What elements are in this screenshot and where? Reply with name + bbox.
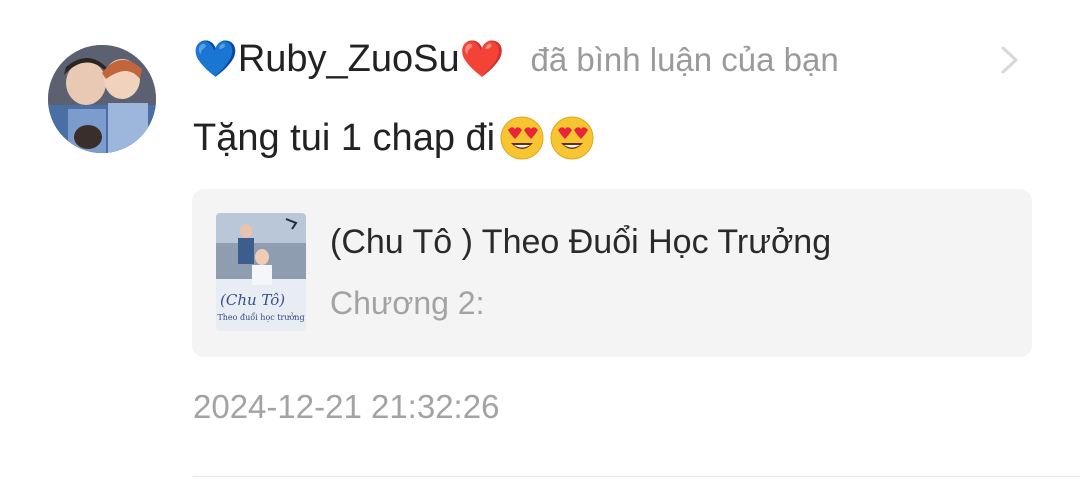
action-text: đã bình luận của bạn — [530, 41, 839, 78]
comment-text: Tặng tui 1 chap đi — [193, 116, 496, 159]
cover-caption-subtitle: Theo đuổi học trưởng — [217, 313, 305, 322]
heart-eyes-emoji-icon — [550, 116, 594, 160]
chevron-right-icon[interactable] — [997, 45, 1021, 75]
timestamp: 2024-12-21 21:32:26 — [193, 388, 500, 425]
comment-notification[interactable]: 💙 Ruby_ZuoSu ❤️ đã bình luận của bạn Tặn… — [0, 0, 1080, 479]
cover-caption-title: (Chu Tô) — [220, 291, 286, 309]
story-card[interactable]: (Chu Tô) Theo đuổi học trưởng (Chu Tô ) … — [192, 189, 1032, 357]
divider — [193, 476, 1080, 477]
comment-content[interactable]: Tặng tui 1 chap đi — [193, 112, 595, 164]
notification-header: 💙 Ruby_ZuoSu ❤️ đã bình luận của bạn — [193, 38, 839, 88]
red-heart-icon: ❤️ — [459, 39, 505, 80]
story-cover-image: (Chu Tô) Theo đuổi học trưởng — [216, 213, 306, 331]
blue-heart-icon: 💙 — [193, 39, 238, 80]
username-link[interactable]: Ruby_ZuoSu — [238, 38, 460, 81]
heart-eyes-emoji-icon — [500, 116, 544, 160]
story-title: (Chu Tô ) Theo Đuổi Học Trưởng — [330, 223, 832, 261]
chapter-label: Chương 2: — [330, 285, 485, 321]
avatar-photo-icon — [48, 45, 156, 153]
user-avatar[interactable] — [48, 45, 156, 153]
